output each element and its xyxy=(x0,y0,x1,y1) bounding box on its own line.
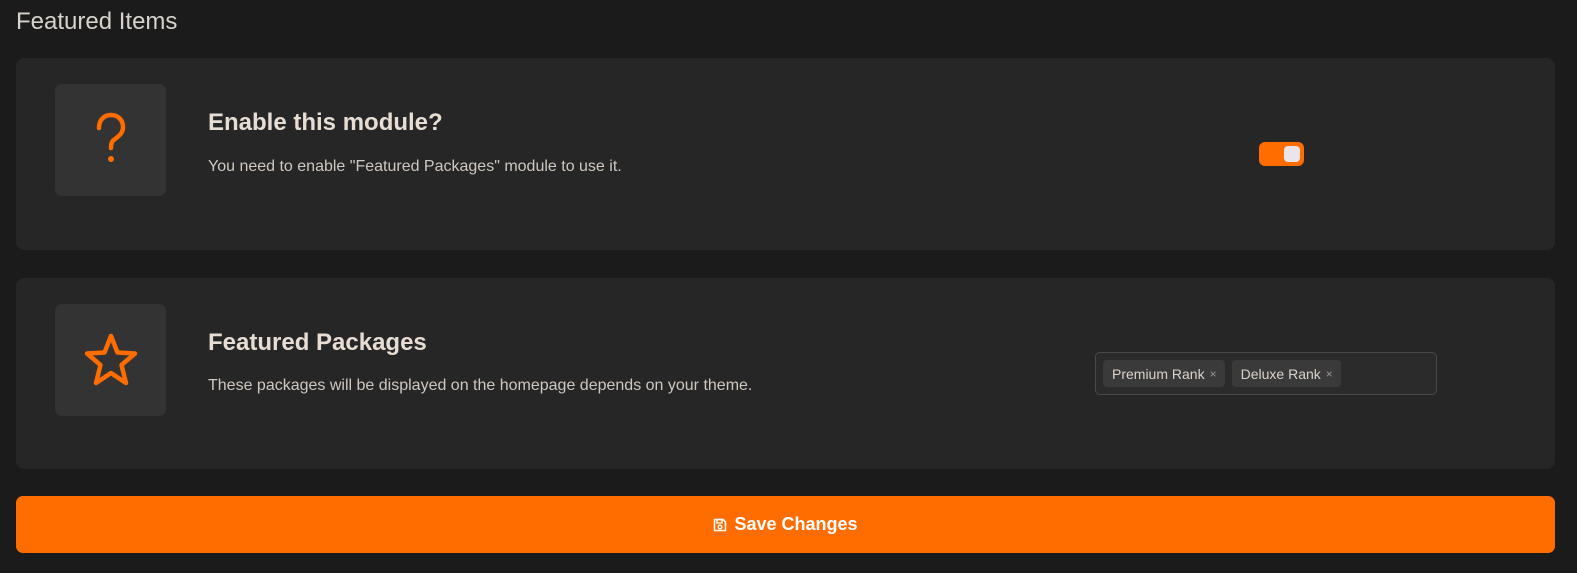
featured-packages-card: Featured Packages These packages will be… xyxy=(16,278,1555,469)
tag-remove-icon[interactable]: × xyxy=(1326,367,1333,381)
module-heading: Enable this module? xyxy=(208,109,443,136)
tag-remove-icon[interactable]: × xyxy=(1210,367,1217,381)
module-icon-box xyxy=(55,84,166,196)
packages-heading: Featured Packages xyxy=(208,329,427,356)
module-description: You need to enable "Featured Packages" m… xyxy=(208,158,622,175)
tag-deluxe-rank: Deluxe Rank × xyxy=(1231,360,1341,387)
module-toggle[interactable] xyxy=(1259,142,1304,166)
packages-icon-box xyxy=(55,304,166,416)
save-button[interactable]: Save Changes xyxy=(16,496,1555,553)
enable-module-card: Enable this module? You need to enable "… xyxy=(16,58,1555,250)
packages-description: These packages will be displayed on the … xyxy=(208,377,753,394)
tag-label: Deluxe Rank xyxy=(1240,365,1321,382)
star-icon xyxy=(83,333,139,387)
floppy-disk-icon xyxy=(713,518,727,532)
tag-label: Premium Rank xyxy=(1112,365,1205,382)
packages-multiselect[interactable]: Premium Rank × Deluxe Rank × xyxy=(1095,352,1437,395)
save-button-label: Save Changes xyxy=(734,514,858,534)
page-title: Featured Items xyxy=(16,8,178,35)
question-mark-icon xyxy=(91,112,131,168)
toggle-knob xyxy=(1284,146,1300,162)
tag-premium-rank: Premium Rank × xyxy=(1103,360,1225,387)
